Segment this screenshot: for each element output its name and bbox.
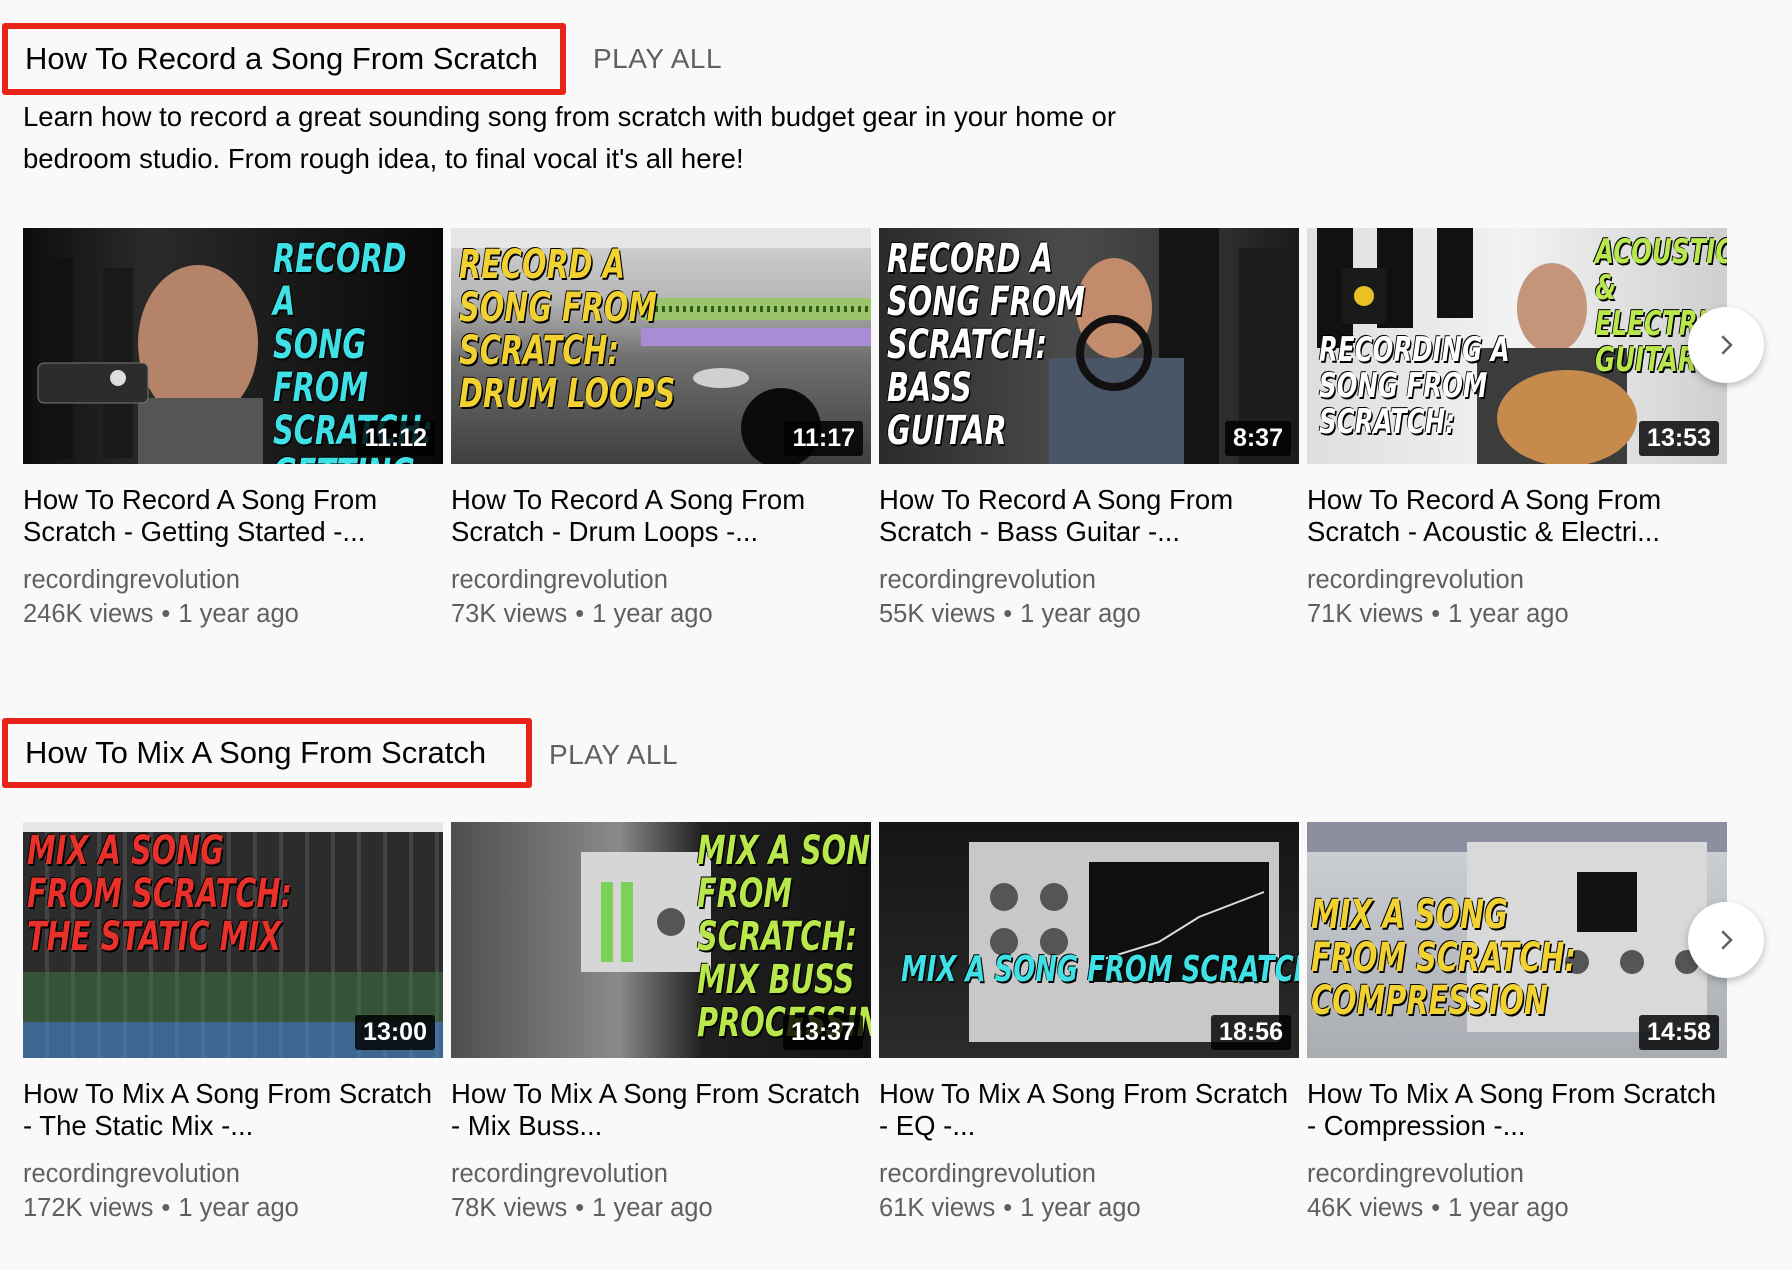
video-title[interactable]: How To Mix A Song From Scratch - The Sta… [23,1078,443,1142]
video-card[interactable]: MIX A SONG FROM SCRATCH: THE STATIC MIX … [23,822,443,1226]
thumbnail-caption: RECORD A SONG FROM SCRATCH: BASS GUITAR [887,236,1085,454]
view-count: 73K views [451,600,568,628]
shelf-description: Learn how to record a great sounding son… [23,101,1116,174]
thumbnail-caption: MIX A SONG FROM SCRATCH: EQ [901,949,1299,990]
video-meta: 73K views • 1 year ago [451,596,871,632]
upload-age: 1 year ago [1448,600,1569,628]
upload-age: 1 year ago [178,600,299,628]
video-meta: 55K views • 1 year ago [879,596,1299,632]
video-card[interactable]: RECORD A SONG FROM SCRATCH: GETTING STAR… [23,228,443,632]
video-meta: 172K views • 1 year ago [23,1190,443,1226]
play-all-button[interactable]: PLAY ALL [593,43,722,75]
video-title[interactable]: How To Record A Song From Scratch - Drum… [451,484,871,548]
video-meta: 46K views • 1 year ago [1307,1190,1727,1226]
video-card[interactable]: MIX A SONG FROM SCRATCH: MIX BUSS PROCES… [451,822,871,1226]
separator-dot: • [1003,600,1013,628]
upload-age: 1 year ago [1448,1194,1569,1222]
view-count: 71K views [1307,600,1424,628]
chevron-right-icon [1721,930,1733,950]
shelf-next-button[interactable] [1688,902,1764,978]
video-meta: 78K views • 1 year ago [451,1190,871,1226]
thumbnail-caption: MIX A SONG FROM SCRATCH: THE STATIC MIX [27,828,293,960]
video-title[interactable]: How To Mix A Song From Scratch - Compres… [1307,1078,1727,1142]
channel-name[interactable]: recordingrevolution [451,564,871,596]
chevron-right-icon [1721,335,1733,355]
view-count: 46K views [1307,1194,1424,1222]
channel-name[interactable]: recordingrevolution [23,564,443,596]
video-thumbnail[interactable]: MIX A SONG FROM SCRATCH: COMPRESSION 14:… [1307,822,1727,1058]
shelf-title[interactable]: How To Record a Song From Scratch [25,41,538,77]
view-count: 78K views [451,1194,568,1222]
video-title[interactable]: How To Record A Song From Scratch - Acou… [1307,484,1727,548]
video-thumbnail[interactable]: MIX A SONG FROM SCRATCH: MIX BUSS PROCES… [451,822,871,1058]
separator-dot: • [575,600,585,628]
view-count: 61K views [879,1194,996,1222]
view-count: 55K views [879,600,996,628]
separator-dot: • [1003,1194,1013,1222]
separator-dot: • [1431,600,1441,628]
upload-age: 1 year ago [1020,1194,1141,1222]
video-card[interactable]: RECORD A SONG FROM SCRATCH: BASS GUITAR … [879,228,1299,632]
view-count: 246K views [23,600,154,628]
channel-name[interactable]: recordingrevolution [1307,1158,1727,1190]
video-thumbnail[interactable]: MIX A SONG FROM SCRATCH: EQ 18:56 [879,822,1299,1058]
separator-dot: • [161,1194,171,1222]
duration-badge: 13:53 [1639,421,1719,456]
video-meta: 246K views • 1 year ago [23,596,443,632]
video-card[interactable]: MIX A SONG FROM SCRATCH: COMPRESSION 14:… [1307,822,1727,1226]
video-title[interactable]: How To Record A Song From Scratch - Gett… [23,484,443,548]
video-thumbnail[interactable]: MIX A SONG FROM SCRATCH: THE STATIC MIX … [23,822,443,1058]
duration-badge: 13:37 [783,1015,863,1050]
shelf-title[interactable]: How To Mix A Song From Scratch [25,735,486,771]
thumbnail-caption-secondary: RECORDING A SONG FROM SCRATCH: [1319,330,1510,442]
channel-name[interactable]: recordingrevolution [879,1158,1299,1190]
duration-badge: 11:17 [784,421,863,456]
duration-badge: 13:00 [355,1015,435,1050]
channel-name[interactable]: recordingrevolution [451,1158,871,1190]
upload-age: 1 year ago [178,1194,299,1222]
duration-badge: 11:12 [356,421,435,456]
channel-name[interactable]: recordingrevolution [1307,564,1727,596]
video-card[interactable]: MIX A SONG FROM SCRATCH: EQ 18:56 How To… [879,822,1299,1226]
upload-age: 1 year ago [592,1194,713,1222]
thumbnail-caption: MIX A SONG FROM SCRATCH: MIX BUSS PROCES… [697,828,871,1045]
video-card[interactable]: ACOUSTIC & ELECTRIC GUITARS RECORDING A … [1307,228,1727,632]
video-meta: 71K views • 1 year ago [1307,596,1727,632]
video-meta: 61K views • 1 year ago [879,1190,1299,1226]
channel-name[interactable]: recordingrevolution [23,1158,443,1190]
upload-age: 1 year ago [592,600,713,628]
duration-badge: 8:37 [1224,421,1291,456]
video-thumbnail[interactable]: ACOUSTIC & ELECTRIC GUITARS RECORDING A … [1307,228,1727,464]
separator-dot: • [1431,1194,1441,1222]
play-all-button[interactable]: PLAY ALL [549,739,678,771]
shelf-title-highlight: How To Record a Song From Scratch [2,23,566,95]
separator-dot: • [161,600,171,628]
duration-badge: 14:58 [1639,1015,1719,1050]
thumbnail-caption: RECORD A SONG FROM SCRATCH: DRUM LOOPS [459,242,676,417]
video-title[interactable]: How To Record A Song From Scratch - Bass… [879,484,1299,548]
video-thumbnail[interactable]: RECORD A SONG FROM SCRATCH: GETTING STAR… [23,228,443,464]
view-count: 172K views [23,1194,154,1222]
video-title[interactable]: How To Mix A Song From Scratch - Mix Bus… [451,1078,871,1142]
shelf-title-highlight: How To Mix A Song From Scratch [2,718,532,788]
video-card[interactable]: RECORD A SONG FROM SCRATCH: DRUM LOOPS 1… [451,228,871,632]
video-thumbnail[interactable]: RECORD A SONG FROM SCRATCH: BASS GUITAR … [879,228,1299,464]
video-title[interactable]: How To Mix A Song From Scratch - EQ -... [879,1078,1299,1142]
shelf-next-button[interactable] [1688,307,1764,383]
video-thumbnail[interactable]: RECORD A SONG FROM SCRATCH: DRUM LOOPS 1… [451,228,871,464]
thumbnail-caption: MIX A SONG FROM SCRATCH: COMPRESSION [1311,892,1577,1024]
channel-name[interactable]: recordingrevolution [879,564,1299,596]
upload-age: 1 year ago [1020,600,1141,628]
separator-dot: • [575,1194,585,1222]
duration-badge: 18:56 [1211,1015,1291,1050]
